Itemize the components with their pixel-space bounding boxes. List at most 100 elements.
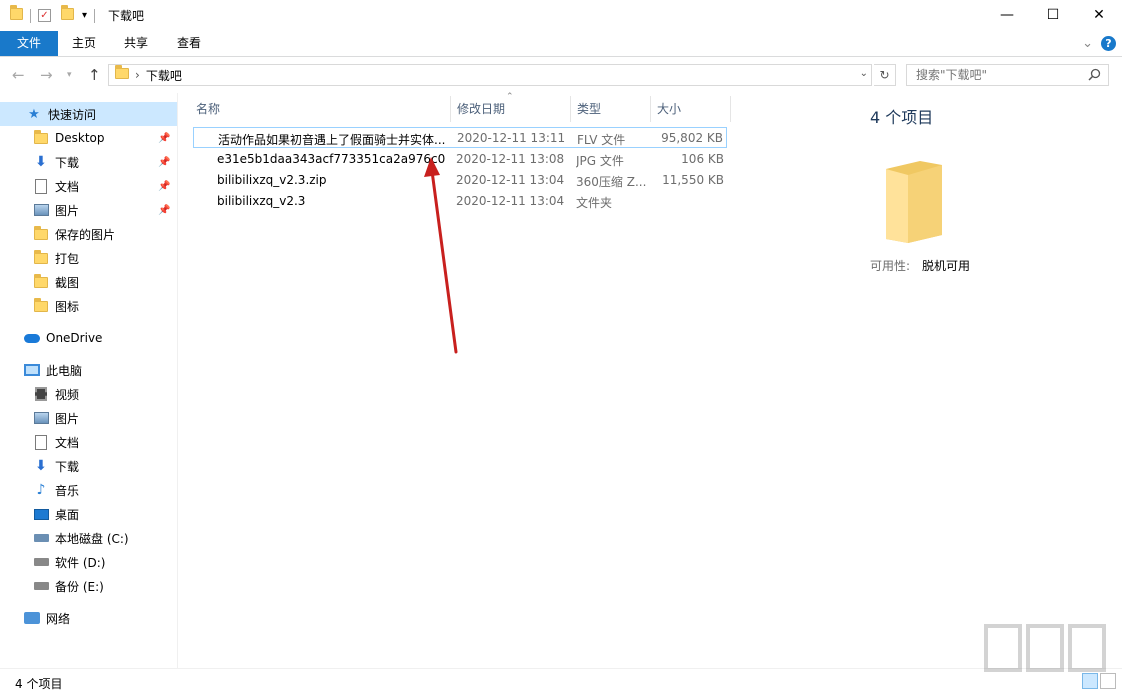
nav-label: 打包: [55, 251, 80, 266]
pin-icon[interactable]: 📌: [158, 157, 170, 168]
properties-check-icon[interactable]: ✓: [38, 9, 51, 22]
nav-label: 本地磁盘 (C:): [55, 531, 129, 546]
tab-view[interactable]: 查看: [169, 31, 209, 56]
customize-toolbar-dropdown[interactable]: ▾: [82, 10, 87, 21]
back-arrow-icon[interactable]: ←: [12, 66, 25, 84]
nav-label: 保存的图片: [55, 227, 116, 242]
nav-label: 桌面: [55, 507, 80, 522]
pin-icon[interactable]: 📌: [158, 133, 170, 144]
nav-item-videos[interactable]: 视频: [33, 382, 79, 406]
nav-network[interactable]: 网络: [24, 606, 70, 630]
file-size: 95,802 KB: [661, 131, 723, 145]
nav-this-pc[interactable]: 此电脑: [24, 358, 82, 382]
nav-item-icons[interactable]: 图标: [33, 294, 79, 318]
nav-item-saved-pictures[interactable]: 保存的图片: [33, 222, 115, 246]
folder-icon: [33, 249, 49, 266]
nav-item-downloads[interactable]: ⬇ 下载: [33, 150, 79, 174]
file-size: 106 KB: [681, 152, 724, 166]
nav-label: 下载: [55, 459, 80, 474]
nav-item-drive-e[interactable]: 备份 (E:): [33, 574, 104, 598]
column-divider[interactable]: [450, 96, 451, 122]
nav-label: 下载: [55, 155, 80, 170]
large-folder-icon: [886, 161, 942, 243]
file-date: 2020-12-11 13:04: [456, 173, 565, 187]
breadcrumb-item[interactable]: 下载吧: [146, 67, 182, 84]
column-header-type[interactable]: 类型: [577, 98, 601, 120]
search-icon[interactable]: [1088, 68, 1101, 84]
picture-icon: [33, 202, 49, 218]
navigation-pane: ★ 快速访问 Desktop 📌 ⬇ 下载 📌 文档 📌 图片 📌 保存的图片 打…: [0, 93, 178, 668]
nav-item-documents[interactable]: 文档: [33, 174, 79, 198]
nav-label: 文档: [55, 179, 80, 194]
refresh-button[interactable]: ↻: [874, 64, 896, 86]
nav-label: 软件 (D:): [55, 555, 106, 570]
maximize-button[interactable]: ☐: [1030, 0, 1076, 30]
annotation-arrow: [424, 157, 458, 354]
address-dropdown-chevron-icon[interactable]: ⌄: [860, 68, 868, 79]
window-title: 下载吧: [108, 9, 145, 23]
file-name: bilibilixzq_v2.3.zip: [217, 173, 327, 187]
column-header-name[interactable]: 名称: [196, 98, 220, 120]
nav-quick-access[interactable]: ★ 快速访问: [0, 102, 177, 126]
quick-access-toolbar: ✓ ▾: [0, 5, 98, 23]
nav-label: 图片: [55, 411, 80, 426]
nav-label: 文档: [55, 435, 80, 450]
column-header-date[interactable]: 修改日期: [457, 98, 505, 120]
details-pane: 4 个项目 可用性: 脱机可用: [846, 93, 1122, 668]
drive-icon: [33, 554, 49, 570]
pin-icon[interactable]: 📌: [158, 205, 170, 216]
column-header-size[interactable]: 大小: [657, 98, 681, 120]
file-date: 2020-12-11 13:08: [456, 152, 565, 166]
video-icon: [33, 386, 49, 402]
music-note-icon: ♪: [36, 482, 46, 498]
new-folder-icon[interactable]: [61, 5, 74, 23]
nav-item-pc-documents[interactable]: 文档: [33, 430, 79, 454]
file-name: e31e5b1daa343acf773351ca2a976c0...: [217, 152, 445, 166]
pin-icon[interactable]: 📌: [158, 181, 170, 192]
tab-file[interactable]: 文件: [0, 31, 58, 56]
folder-icon: [115, 65, 129, 82]
search-input[interactable]: [916, 68, 1076, 82]
nav-label: Desktop: [55, 131, 105, 145]
column-divider[interactable]: [570, 96, 571, 122]
help-icon[interactable]: ?: [1101, 36, 1116, 51]
minimize-button[interactable]: —: [984, 0, 1030, 30]
expand-ribbon-icon[interactable]: ⌄: [1082, 36, 1093, 51]
file-name: 活动作品如果初音遇上了假面骑士并实体...: [218, 133, 446, 147]
nav-item-drive-c[interactable]: 本地磁盘 (C:): [33, 526, 129, 550]
recent-locations-chevron-icon[interactable]: ▾: [67, 70, 72, 80]
address-bar[interactable]: › 下载吧 ⌄: [108, 64, 872, 86]
nav-item-desktop-pc[interactable]: 桌面: [33, 502, 79, 526]
item-count: 4 个项目: [870, 108, 934, 127]
search-box[interactable]: [906, 64, 1109, 86]
file-row[interactable]: 活动作品如果初音遇上了假面骑士并实体... 2020-12-11 13:11 F…: [193, 127, 727, 148]
nav-item-screenshots[interactable]: 截图: [33, 270, 79, 294]
breadcrumb-separator[interactable]: ›: [135, 68, 140, 82]
breadcrumb: › 下载吧: [115, 65, 182, 84]
nav-label: 截图: [55, 275, 80, 290]
nav-label: 备份 (E:): [55, 579, 104, 594]
sort-ascending-icon: ⌃: [506, 92, 514, 102]
folder-icon: [33, 225, 49, 242]
close-button[interactable]: ✕: [1076, 0, 1122, 30]
nav-item-pc-downloads[interactable]: ⬇ 下载: [33, 454, 79, 478]
nav-onedrive[interactable]: OneDrive: [24, 326, 102, 350]
nav-item-pc-pictures[interactable]: 图片: [33, 406, 79, 430]
nav-item-drive-d[interactable]: 软件 (D:): [33, 550, 105, 574]
nav-item-music[interactable]: ♪ 音乐: [33, 478, 79, 502]
system-drive-icon: [33, 530, 49, 546]
nav-item-desktop[interactable]: Desktop: [33, 126, 105, 150]
nav-item-pictures[interactable]: 图片: [33, 198, 79, 222]
up-arrow-icon[interactable]: ↑: [88, 66, 101, 84]
forward-arrow-icon[interactable]: →: [40, 66, 53, 84]
nav-item-package[interactable]: 打包: [33, 246, 79, 270]
column-divider[interactable]: [650, 96, 651, 122]
column-divider[interactable]: [730, 96, 731, 122]
nav-label: 视频: [55, 387, 80, 402]
tab-home[interactable]: 主页: [64, 31, 104, 56]
nav-label: 网络: [46, 611, 71, 626]
nav-label: 图标: [55, 299, 80, 314]
folder-icon: [33, 129, 49, 146]
nav-label: 音乐: [55, 483, 80, 498]
tab-share[interactable]: 共享: [116, 31, 156, 56]
